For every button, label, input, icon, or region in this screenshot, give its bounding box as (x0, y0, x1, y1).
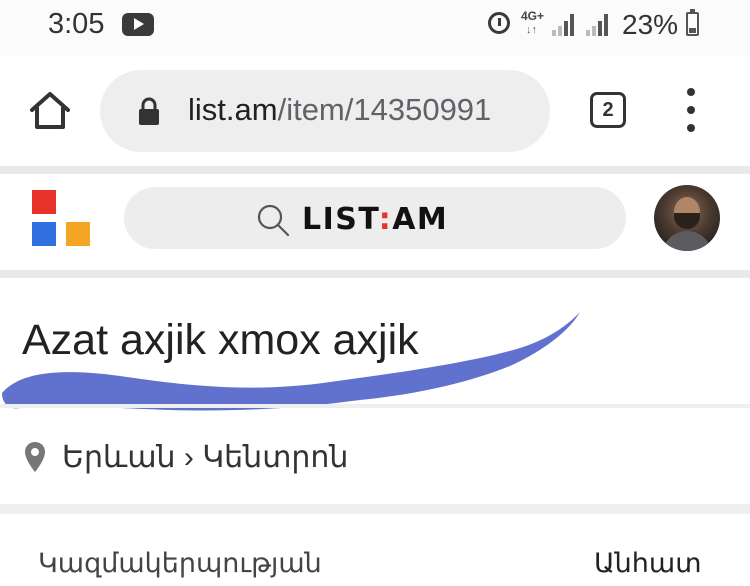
url-host: list.am (188, 92, 278, 127)
alarm-icon (488, 12, 510, 34)
location-row[interactable]: Երևան › Կենտրոն (0, 408, 750, 504)
divider (0, 270, 750, 278)
url-path: /item/14350991 (277, 92, 492, 127)
location-text[interactable]: Երևան › Կենտրոն (62, 440, 348, 475)
brand-left: LIST (302, 202, 379, 237)
menu-icon[interactable] (684, 88, 698, 132)
detail-row: Կազմակերպության Անհատ (0, 514, 750, 586)
logo-square-blue (32, 222, 56, 246)
detail-value: Անհատ (594, 548, 702, 578)
home-icon[interactable] (25, 86, 75, 136)
brand-name: LIST:AM (302, 202, 448, 237)
battery-percent: 23% (622, 9, 679, 40)
search-icon[interactable] (256, 203, 290, 237)
signal-icon (586, 14, 612, 36)
tabs-button[interactable]: 2 (590, 92, 626, 128)
youtube-play-icon (122, 13, 154, 36)
location-pin-icon (25, 442, 45, 472)
divider (0, 504, 750, 514)
network-arrows: ↓↑ (526, 24, 537, 36)
divider (0, 166, 750, 174)
detail-label: Կազմակերպության (38, 548, 322, 578)
url-text[interactable]: list.am/item/14350991 (188, 92, 491, 128)
list-am-logo[interactable] (32, 190, 92, 250)
status-time: 3:05 (48, 8, 105, 40)
brand-colon: : (378, 202, 393, 237)
site-search-bar[interactable]: LIST:AM (124, 187, 626, 249)
status-bar: 3:05 4G+ ↓↑ 23% (0, 0, 750, 56)
logo-square-red (32, 190, 56, 214)
battery-charging-icon (686, 9, 699, 36)
lock-icon (139, 97, 159, 125)
site-header: LIST:AM (0, 174, 750, 270)
address-bar[interactable]: list.am/item/14350991 (100, 70, 550, 152)
logo-square-yellow (66, 222, 90, 246)
browser-toolbar: list.am/item/14350991 2 (0, 56, 750, 166)
signal-icon (552, 14, 578, 36)
tab-count: 2 (602, 99, 614, 121)
avatar[interactable] (654, 185, 720, 251)
network-type: 4G+ (521, 9, 545, 23)
brand-right: AM (392, 202, 449, 237)
